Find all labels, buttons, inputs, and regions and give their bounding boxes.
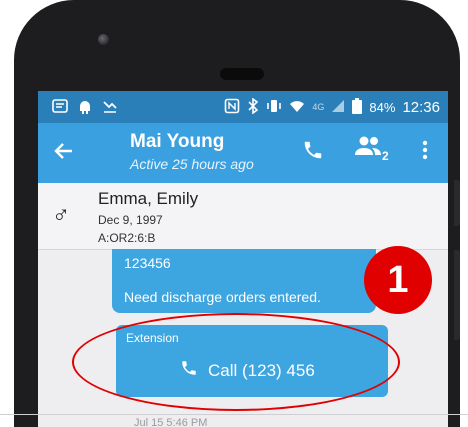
message-line: 123456	[124, 255, 171, 271]
annotation-circle	[72, 313, 400, 411]
conversation-title: Mai Young	[130, 131, 225, 152]
notification-icon	[52, 98, 68, 117]
signal-icon	[331, 99, 345, 116]
message-timestamp: Jul 15 5:46 PM	[134, 417, 208, 427]
male-gender-icon: ♂	[52, 201, 70, 228]
patient-dob: Dec 9, 1997	[98, 213, 163, 227]
battery-level: 84%	[369, 99, 396, 115]
patient-name: Emma, Emily	[98, 189, 199, 208]
conversation-subtitle: Active 25 hours ago	[130, 156, 254, 172]
status-bar: 4G 84% 12:36	[38, 91, 448, 123]
participants-button[interactable]: 2	[354, 135, 389, 163]
bluetooth-icon	[247, 96, 259, 117]
phone-call-icon[interactable]	[302, 139, 324, 166]
volume-button	[454, 180, 460, 226]
patient-header[interactable]: ♂ Emma, Emily Dec 9, 1997 A:OR2:6:B	[38, 183, 448, 250]
earpiece-speaker	[220, 68, 264, 80]
battery-icon	[352, 97, 363, 117]
back-arrow-icon[interactable]	[54, 137, 74, 167]
network-type: 4G	[312, 102, 325, 112]
nfc-icon	[224, 98, 240, 117]
wifi-icon	[289, 98, 305, 117]
power-button	[454, 250, 460, 340]
participants-count: 2	[382, 149, 389, 163]
clock-time: 12:36	[402, 98, 440, 116]
more-options-icon[interactable]	[422, 139, 428, 166]
vibrate-icon	[266, 98, 282, 117]
group-icon	[354, 136, 382, 161]
annotation-marker: 1	[364, 246, 432, 314]
divider	[0, 414, 468, 415]
patient-location-id: A:OR2:6:B	[98, 231, 156, 245]
missed-call-icon	[102, 98, 118, 117]
message-text: Need discharge orders entered.	[124, 289, 321, 305]
app-bar: Mai Young Active 25 hours ago 2	[38, 123, 448, 183]
android-icon	[77, 98, 93, 117]
front-camera	[98, 34, 109, 45]
message-bubble: 123456 Need discharge orders entered.	[112, 249, 376, 313]
